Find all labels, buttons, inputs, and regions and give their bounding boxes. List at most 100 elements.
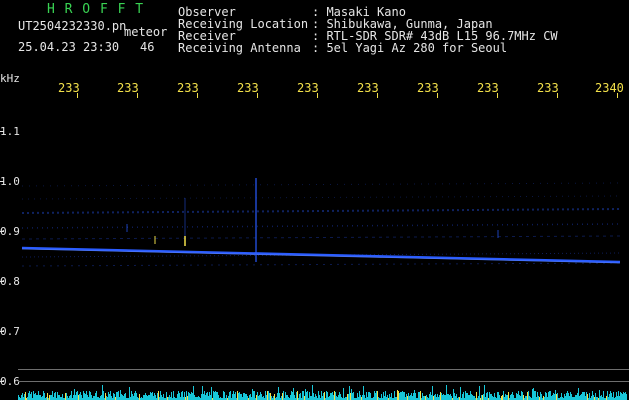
noise-bar: [139, 394, 140, 400]
noise-bar: [113, 393, 114, 400]
noise-bar: [387, 395, 388, 400]
noise-bar: [491, 394, 492, 400]
noise-bar: [423, 396, 424, 400]
noise-bar: [245, 394, 246, 400]
noise-bar: [353, 392, 354, 400]
noise-bar: [582, 392, 583, 400]
noise-bar: [369, 392, 370, 400]
noise-bar: [512, 392, 513, 400]
noise-bar: [226, 395, 227, 400]
noise-bar: [566, 393, 567, 400]
noise-bar: [188, 392, 189, 400]
noise-bar: [306, 392, 307, 400]
noise-bar: [349, 386, 350, 400]
noise-bar: [595, 393, 596, 400]
noise-bar: [189, 393, 190, 400]
noise-bar: [334, 391, 335, 400]
noise-bar: [419, 392, 420, 400]
noise-bar: [209, 392, 210, 400]
noise-bar: [526, 396, 527, 400]
noise-bar: [408, 393, 409, 400]
noise-bar: [192, 393, 193, 400]
noise-bar: [52, 391, 53, 400]
noise-bar: [360, 395, 361, 400]
noise-bar: [535, 391, 536, 400]
noise-bar: [482, 395, 483, 400]
noise-bar: [202, 386, 203, 400]
noise-bar: [586, 392, 587, 400]
noise-bar: [331, 393, 332, 400]
noise-bar: [409, 396, 410, 400]
noise-bar: [207, 392, 208, 400]
noise-bar: [300, 393, 301, 400]
noise-bar: [214, 392, 215, 400]
noise-bar: [561, 393, 562, 400]
noise-bar: [455, 396, 456, 400]
noise-bar: [134, 393, 135, 400]
noise-bar: [303, 391, 304, 400]
noise-bar: [278, 387, 279, 400]
noise-bar: [157, 393, 158, 400]
noise-bar: [375, 393, 376, 400]
noise-bar: [294, 395, 295, 400]
noise-bar: [568, 393, 569, 400]
noise-bar: [243, 393, 244, 400]
noise-bar: [412, 396, 413, 400]
noise-bar: [324, 392, 325, 400]
noise-bar: [460, 387, 461, 400]
noise-bar: [576, 395, 577, 400]
noise-bar: [385, 391, 386, 400]
noise-bar: [391, 393, 392, 400]
noise-bar: [38, 391, 39, 400]
noise-bar: [343, 388, 344, 400]
noise-bar: [609, 394, 610, 400]
noise-bar: [166, 392, 167, 400]
noise-bar: [525, 396, 526, 400]
noise-bar: [149, 395, 150, 400]
noise-bar: [28, 393, 29, 400]
noise-bar: [154, 393, 155, 400]
noise-bar: [193, 386, 194, 400]
noise-bar: [73, 395, 74, 400]
noise-bar: [50, 395, 51, 400]
noise-bar: [400, 392, 401, 400]
noise-bar: [228, 396, 229, 400]
noise-bar: [584, 392, 585, 400]
noise-bar: [472, 395, 473, 400]
noise-bar: [439, 395, 440, 400]
noise-bar: [152, 392, 153, 400]
noise-bar: [147, 396, 148, 400]
noise-bar: [319, 395, 320, 400]
noise-bar: [553, 393, 554, 400]
noise-bar: [545, 392, 546, 400]
noise-bar: [169, 395, 170, 400]
noise-bar: [533, 388, 534, 400]
noise-bar: [329, 396, 330, 400]
noise-bar: [108, 392, 109, 400]
noise-bar: [287, 395, 288, 400]
noise-bar: [106, 396, 107, 400]
noise-bar: [616, 392, 617, 400]
noise-bar: [315, 394, 316, 400]
noise-bar: [274, 394, 275, 400]
noise-bar: [155, 395, 156, 400]
noise-bar: [370, 393, 371, 400]
noise-bar: [546, 393, 547, 400]
noise-bar: [410, 395, 411, 400]
noise-bar: [58, 395, 59, 400]
noise-bar: [364, 395, 365, 400]
noise-bar: [335, 392, 336, 400]
noise-bar: [234, 394, 235, 400]
noise-bar: [67, 396, 68, 400]
noise-bar: [40, 395, 41, 400]
noise-bar: [43, 391, 44, 400]
noise-bar: [529, 396, 530, 400]
noise-bar: [534, 391, 535, 400]
noise-bar: [543, 396, 544, 400]
noise-bar: [540, 392, 541, 400]
noise-bar: [366, 392, 367, 400]
noise-bar: [557, 393, 558, 400]
noise-bar: [309, 392, 310, 400]
noise-bar: [65, 393, 66, 400]
noise-bar: [591, 396, 592, 400]
